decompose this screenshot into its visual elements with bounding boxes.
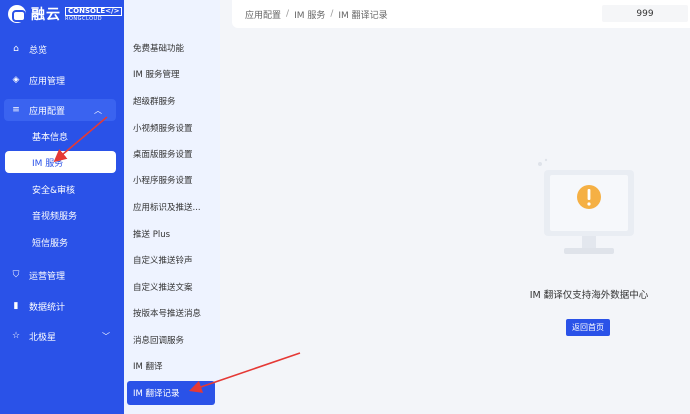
sidebar-item-label: 应用管理 bbox=[29, 76, 66, 87]
sidebar-sub-item-active[interactable]: IM 服务 bbox=[5, 151, 116, 173]
logo[interactable]: 融云 CONSOLE</> RONGCLOUD bbox=[0, 0, 124, 28]
chevron-down-icon: ﹀ bbox=[102, 331, 110, 341]
sidebar-item-app-management[interactable]: ◈ 应用管理 bbox=[0, 69, 124, 91]
breadcrumb: 应用配置 / IM 服务 / IM 翻译记录 999 bbox=[232, 0, 690, 28]
breadcrumb-separator: / bbox=[330, 9, 334, 19]
back-home-button[interactable]: 返回首页 bbox=[566, 319, 610, 336]
subnav-item[interactable]: 免费基础功能 bbox=[124, 36, 220, 60]
logo-icon bbox=[8, 5, 26, 23]
sidebar-item-label: 北极星 bbox=[29, 332, 57, 343]
empty-state-message: IM 翻译仅支持海外数据中心 bbox=[529, 290, 649, 301]
subnav-item[interactable]: 应用标识及推送... bbox=[124, 195, 220, 219]
sidebar-sub-item[interactable]: 基本信息 bbox=[0, 125, 124, 147]
subnav-item[interactable]: 自定义推送文案 bbox=[124, 275, 220, 299]
shield-icon: ⛉ bbox=[12, 270, 20, 280]
sidebar-item-statistics[interactable]: ▮ 数据统计 bbox=[0, 295, 124, 317]
subnav-item[interactable]: 小视频服务设置 bbox=[124, 116, 220, 140]
sidebar-item-label: 总览 bbox=[29, 45, 48, 56]
breadcrumb-item[interactable]: IM 服务 bbox=[294, 8, 325, 21]
breadcrumb-separator: / bbox=[286, 9, 290, 19]
sidebar-item-polaris[interactable]: ☆ 北极星 ﹀ bbox=[0, 325, 124, 347]
subnav-item[interactable]: IM 服务管理 bbox=[124, 62, 220, 86]
sidebar-item-label: 运营管理 bbox=[29, 271, 66, 282]
subnav-item[interactable]: 超级群服务 bbox=[124, 89, 220, 113]
sidebar-sub-item[interactable]: 短信服务 bbox=[0, 231, 124, 253]
home-icon: ⌂ bbox=[13, 44, 19, 54]
sidebar-item-app-config[interactable]: ≡ 应用配置 ︿ bbox=[4, 99, 116, 121]
sidebar-item-operations[interactable]: ⛉ 运营管理 bbox=[0, 264, 124, 286]
star-icon: ☆ bbox=[11, 331, 21, 341]
app-id-badge[interactable]: 999 bbox=[602, 5, 688, 22]
sidebar-sub-item[interactable]: 安全&审核 bbox=[0, 178, 124, 200]
subnav-item[interactable]: IM 翻译 bbox=[124, 354, 220, 378]
bar-chart-icon: ▮ bbox=[13, 301, 19, 311]
chevron-up-icon: ︿ bbox=[94, 105, 102, 115]
sidebar-item-label: 数据统计 bbox=[29, 302, 66, 313]
sidebar-item-overview[interactable]: ⌂ 总览 bbox=[0, 38, 124, 60]
subnav-item[interactable]: 推送 Plus bbox=[124, 222, 220, 246]
sidebar-item-label: 应用配置 bbox=[29, 106, 66, 117]
monitor-warning-icon bbox=[538, 158, 634, 254]
logo-sub: RONGCLOUD bbox=[65, 15, 103, 22]
sub-navigation: 免费基础功能 IM 服务管理 超级群服务 小视频服务设置 桌面版服务设置 小程序… bbox=[124, 0, 220, 414]
subnav-item-active[interactable]: IM 翻译记录 bbox=[127, 381, 215, 405]
subnav-item[interactable]: 消息回调服务 bbox=[124, 328, 220, 352]
logo-name: 融云 bbox=[31, 7, 61, 23]
breadcrumb-current: IM 翻译记录 bbox=[338, 10, 388, 21]
logo-console: CONSOLE</> bbox=[65, 6, 123, 16]
sidebar: 融云 CONSOLE</> RONGCLOUD ⌂ 总览 ◈ 应用管理 ≡ 应用… bbox=[0, 0, 124, 414]
subnav-item[interactable]: 小程序服务设置 bbox=[124, 168, 220, 192]
layers-icon: ◈ bbox=[12, 75, 20, 85]
sliders-icon: ≡ bbox=[12, 105, 20, 115]
subnav-item[interactable]: 按版本号推送消息 bbox=[124, 301, 220, 325]
breadcrumb-item[interactable]: 应用配置 bbox=[245, 8, 281, 21]
subnav-item[interactable]: 桌面版服务设置 bbox=[124, 142, 220, 166]
sidebar-sub-item[interactable]: 音视频服务 bbox=[0, 204, 124, 226]
subnav-item[interactable]: 自定义推送铃声 bbox=[124, 248, 220, 272]
